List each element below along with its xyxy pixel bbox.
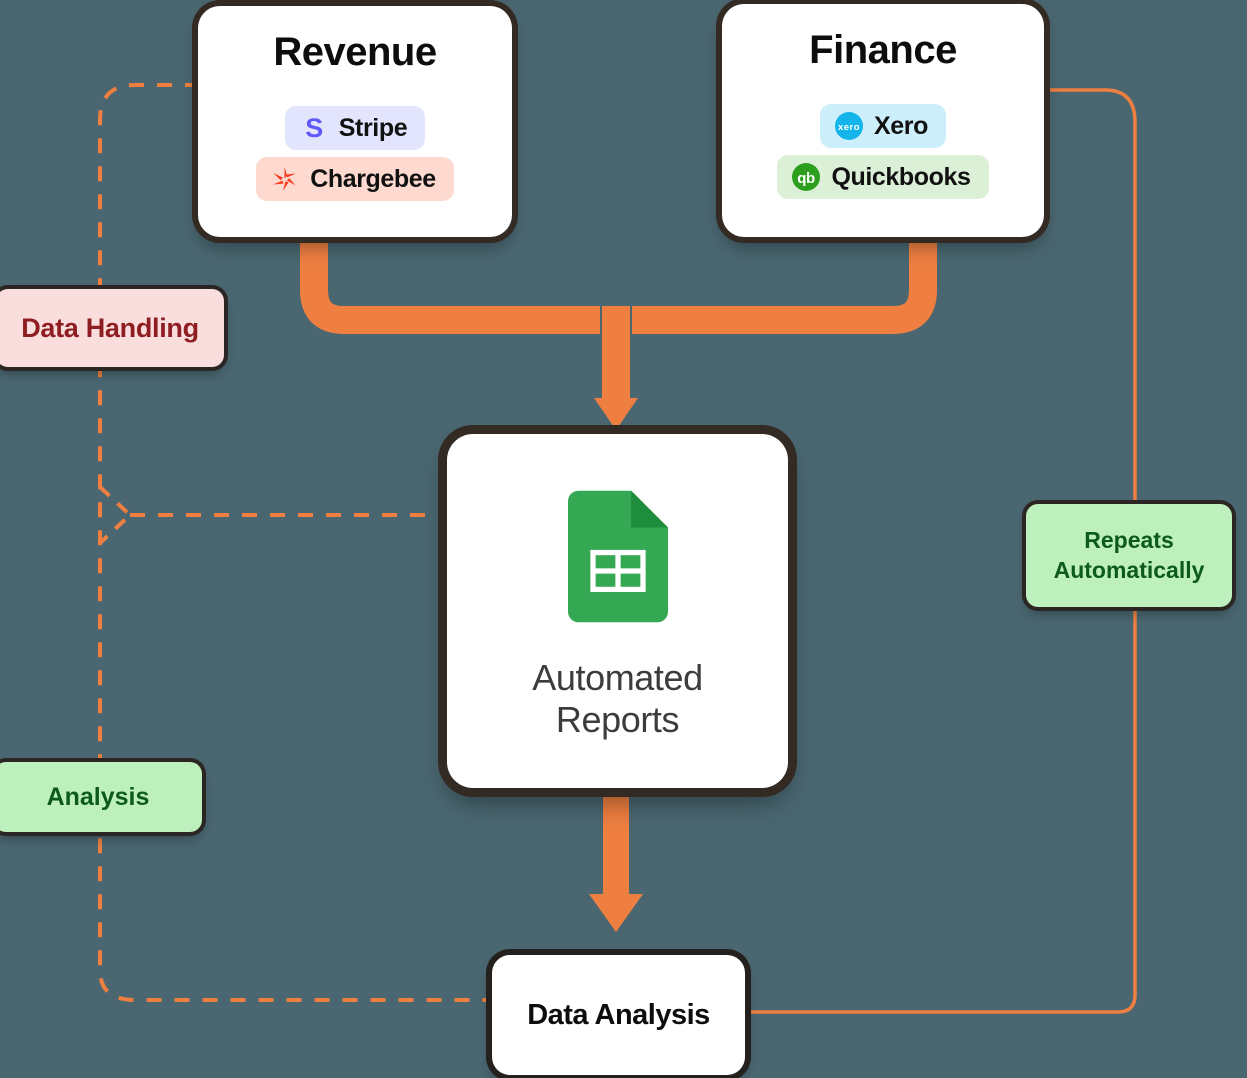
finance-integration-list: xero Xero qb Quickbooks — [722, 104, 1044, 199]
google-sheets-icon — [567, 490, 668, 623]
annotation-repeats-text: Repeats Automatically — [1054, 526, 1205, 586]
card-data-analysis-title: Data Analysis — [527, 998, 710, 1031]
card-revenue-title: Revenue — [273, 30, 437, 74]
integration-badge-quickbooks[interactable]: qb Quickbooks — [777, 155, 989, 199]
integration-badge-quickbooks-label: Quickbooks — [831, 162, 971, 191]
card-finance-title: Finance — [809, 28, 957, 72]
diagram-canvas: Revenue S Stripe Chargebee Finance xero … — [0, 0, 1247, 1078]
card-revenue[interactable]: Revenue S Stripe Chargebee — [198, 6, 512, 237]
annotation-data-handling-label: Data Handling — [21, 312, 199, 343]
svg-text:xero: xero — [838, 122, 860, 133]
integration-badge-chargebee-label: Chargebee — [310, 164, 436, 193]
integration-badge-xero[interactable]: xero Xero — [820, 104, 946, 148]
connector-revenue-to-junction — [300, 235, 600, 334]
integration-badge-chargebee[interactable]: Chargebee — [256, 157, 454, 201]
integration-badge-xero-label: Xero — [874, 111, 928, 140]
svg-text:S: S — [305, 113, 323, 143]
card-automated-reports-label: Automated Reports — [532, 657, 703, 741]
arrowhead-into-data-analysis — [589, 894, 643, 932]
card-finance[interactable]: Finance xero Xero qb Quickbooks — [722, 4, 1044, 237]
connector-finance-to-junction — [632, 235, 937, 334]
revenue-integration-list: S Stripe Chargebee — [198, 106, 512, 201]
svg-text:qb: qb — [798, 170, 816, 187]
card-data-analysis[interactable]: Data Analysis — [492, 955, 745, 1075]
annotation-repeats-label-line2: Automatically — [1053, 556, 1205, 583]
card-automated-reports-label-line1: Automated — [532, 657, 703, 698]
arrowhead-into-reports — [594, 398, 638, 430]
annotation-repeats-automatically[interactable]: Repeats Automatically — [1026, 504, 1232, 607]
annotation-repeats-label-line1: Repeats — [1084, 526, 1174, 553]
annotation-analysis-label: Analysis — [46, 782, 150, 811]
chargebee-icon — [273, 167, 297, 191]
annotation-analysis[interactable]: Analysis — [0, 762, 202, 832]
integration-badge-stripe[interactable]: S Stripe — [284, 106, 426, 150]
annotation-data-handling[interactable]: Data Handling — [0, 289, 224, 367]
card-automated-reports-label-line2: Reports — [555, 698, 680, 740]
connector-dashed-branch-elbow — [98, 485, 133, 545]
quickbooks-icon: qb — [792, 163, 821, 191]
stripe-icon: S — [305, 113, 323, 143]
xero-icon: xero — [835, 112, 863, 140]
card-automated-reports[interactable]: Automated Reports — [447, 434, 788, 788]
integration-badge-stripe-label: Stripe — [338, 113, 408, 142]
